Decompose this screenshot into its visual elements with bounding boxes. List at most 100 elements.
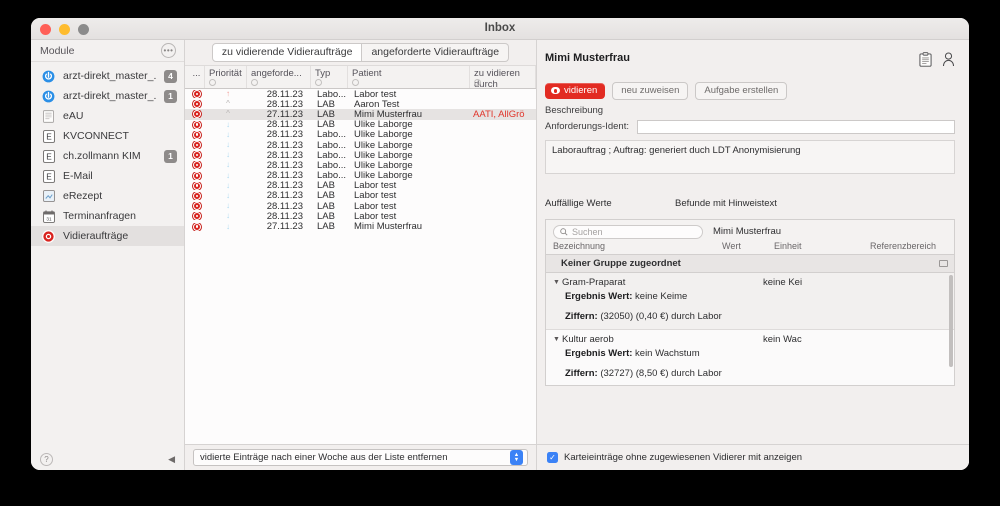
table-row[interactable]: ^ 28.11.23 LAB Aaron Test <box>185 99 536 110</box>
row-status-icon <box>185 212 205 221</box>
filter-circle-icon[interactable] <box>315 79 322 86</box>
result-entry-header[interactable]: ▼ Kultur aerob kein Wac <box>546 330 954 345</box>
stop-sign-icon <box>193 130 201 139</box>
table-row[interactable]: ↓ 28.11.23 Labo... Ulike Laborge <box>185 140 536 151</box>
chevron-updown-icon[interactable]: ▲ ▼ <box>510 450 523 465</box>
filter-circle-icon[interactable] <box>209 79 216 86</box>
column-header-patient[interactable]: Patient <box>348 66 470 88</box>
karteieintraege-checkbox[interactable]: ✓ <box>547 452 558 463</box>
sidebar-item-badge: 1 <box>164 89 177 103</box>
sidebar-header-label: Module <box>40 44 75 57</box>
person-icon[interactable] <box>942 52 955 72</box>
filter-circle-icon[interactable] <box>352 79 359 86</box>
table-row[interactable]: ↓ 28.11.23 Labo... Ulike Laborge <box>185 150 536 161</box>
question-mark-icon[interactable]: ? <box>40 452 53 466</box>
column-header-angefordert[interactable]: angeforde... <box>247 66 311 88</box>
aufgabe-erstellen-button[interactable]: Aufgabe erstellen <box>695 82 788 100</box>
detail-actions: vidieren neu zuweisen Aufgabe erstellen <box>537 72 969 100</box>
remove-entries-select-value: vidierte Einträge nach einer Woche aus d… <box>200 452 448 463</box>
arzt-direkt-icon <box>41 89 56 104</box>
result-entry-ziffern: Ziffern: (32727) (8,50 €) durch Labor <box>546 359 954 379</box>
sidebar-item-label: ch.zollmann KIM <box>63 150 141 162</box>
row-status-icon <box>185 120 205 129</box>
column-header-referenzbereich[interactable]: Referenzbereich <box>870 241 948 251</box>
table-row[interactable]: ↓ 28.11.23 LAB Ulike Laborge <box>185 119 536 130</box>
stop-sign-icon <box>193 222 201 231</box>
vidieren-button[interactable]: vidieren <box>545 83 606 99</box>
sidebar-item-kvconnect[interactable]: E KVCONNECT <box>31 126 184 146</box>
sidebar-item-vidierauftraege[interactable]: Vidieraufträge <box>31 226 184 246</box>
row-status-icon <box>185 171 205 180</box>
table-row[interactable]: ^ 27.11.23 LAB Mimi Musterfrau AATI, AllGrö <box>185 109 536 120</box>
svg-text:E: E <box>46 131 52 141</box>
titlebar: Inbox <box>31 18 969 40</box>
results-scrollbar[interactable] <box>949 274 953 367</box>
clipboard-icon[interactable] <box>919 52 932 72</box>
table-row[interactable]: ↓ 28.11.23 Labo... Ulike Laborge <box>185 129 536 140</box>
table-row[interactable]: ↓ 28.11.23 LAB Labor test <box>185 201 536 212</box>
results-group-header-label: Keiner Gruppe zugeordnet <box>561 257 681 269</box>
column-header-typ[interactable]: Typ <box>311 66 348 88</box>
result-entry-name: Kultur aerob <box>562 333 614 345</box>
row-typ: LAB <box>317 221 335 233</box>
column-header-status[interactable]: ... <box>185 66 205 88</box>
sidebar-item-erezept[interactable]: eRezept <box>31 186 184 206</box>
results-panel: Suchen Mimi Musterfrau Bezeichnung Wert … <box>545 218 955 386</box>
table-row[interactable]: ↓ 28.11.23 Labo... Ulike Laborge <box>185 160 536 171</box>
sidebar-item-eau[interactable]: eAU <box>31 106 184 126</box>
disclosure-triangle-icon[interactable]: ▼ <box>553 336 562 343</box>
sidebar-item-arzt-direkt-1[interactable]: arzt-direkt_master_... 4 <box>31 66 184 86</box>
results-scroll-area[interactable]: ▼ Gram-Praparat keine Kei Ergebnis Wert:… <box>546 272 954 385</box>
disclosure-triangle-icon[interactable]: ▼ <box>553 279 562 286</box>
result-entry-value: kein Wac <box>763 333 802 345</box>
priority-arrow-icon: ^ <box>226 100 230 109</box>
filter-circle-icon[interactable] <box>251 79 258 86</box>
results-group-header[interactable]: Keiner Gruppe zugeordnet <box>546 253 954 273</box>
neu-zuweisen-button[interactable]: neu zuweisen <box>612 82 689 100</box>
stop-sign-icon <box>193 120 201 129</box>
row-priority: ↓ <box>205 141 247 149</box>
triangle-left-icon[interactable]: ◀ <box>168 454 175 465</box>
table-row[interactable]: ↓ 28.11.23 Labo... Ulike Laborge <box>185 170 536 181</box>
table-row[interactable]: ↓ 28.11.23 LAB Labor test <box>185 190 536 201</box>
window-title: Inbox <box>484 22 516 34</box>
sidebar-item-arzt-direkt-2[interactable]: arzt-direkt_master_... 1 <box>31 86 184 106</box>
table-row[interactable]: ↓ 28.11.23 LAB Labor test <box>185 211 536 222</box>
search-input[interactable]: Suchen <box>553 224 703 239</box>
priority-arrow-icon: ↓ <box>226 212 230 221</box>
tab-angeforderte[interactable]: angeforderte Vidieraufträge <box>362 42 510 63</box>
table-row[interactable]: ↓ 28.11.23 LAB Labor test <box>185 180 536 191</box>
description-textarea[interactable]: Laborauftrag ; Auftrag: generiert duch L… <box>545 139 955 174</box>
sidebar-item-email[interactable]: E E-Mail <box>31 166 184 186</box>
table-row[interactable]: ↓ 27.11.23 LAB Mimi Musterfrau <box>185 221 536 233</box>
row-priority: ↓ <box>205 212 247 220</box>
ellipsis-icon[interactable]: ••• <box>161 43 176 58</box>
sidebar-item-ch-zollmann-kim[interactable]: E ch.zollmann KIM 1 <box>31 146 184 166</box>
sidebar-item-terminanfragen[interactable]: 31 Terminanfragen <box>31 206 184 226</box>
image-icon[interactable] <box>939 259 948 267</box>
sidebar-footer: ? ◀ <box>31 448 184 470</box>
detail-panel: Mimi Musterfrau vidieren neu zuweisen Au… <box>537 40 969 470</box>
result-entry-value: keine Kei <box>763 276 803 288</box>
result-entry-header[interactable]: ▼ Gram-Praparat keine Kei <box>546 273 954 288</box>
anforderungs-ident-input[interactable] <box>636 119 955 134</box>
column-header-wert[interactable]: Wert <box>722 241 774 251</box>
remove-entries-select[interactable]: vidierte Einträge nach einer Woche aus d… <box>193 449 528 466</box>
anforderungs-ident-row: Anforderungs-Ident: <box>537 116 969 134</box>
vidieren-button-label: vidieren <box>564 85 598 96</box>
detail-header-icons <box>919 52 955 72</box>
column-header-zu-vidieren-durch[interactable]: zu vidieren durch <box>470 66 536 90</box>
table-row[interactable]: ↑ 28.11.23 Labo... Labor test <box>185 89 536 100</box>
tab-bar: zu vidierende Vidieraufträge angefordert… <box>185 40 536 65</box>
column-header-prioritaet[interactable]: Priorität <box>205 66 247 88</box>
sidebar: Module ••• arzt-direkt_master_... 4 arzt… <box>31 40 185 470</box>
sidebar-item-label: eAU <box>63 110 84 122</box>
column-header-bezeichnung[interactable]: Bezeichnung <box>553 241 722 251</box>
filter-circle-icon[interactable] <box>474 79 481 86</box>
column-header-einheit[interactable]: Einheit <box>774 241 870 251</box>
ziffern-label: Ziffern: <box>565 310 598 322</box>
tab-zu-vidierende[interactable]: zu vidierende Vidieraufträge <box>211 42 363 63</box>
e-box-icon: E <box>41 169 56 184</box>
priority-arrow-icon: ↓ <box>226 130 230 139</box>
document-icon <box>41 109 56 124</box>
